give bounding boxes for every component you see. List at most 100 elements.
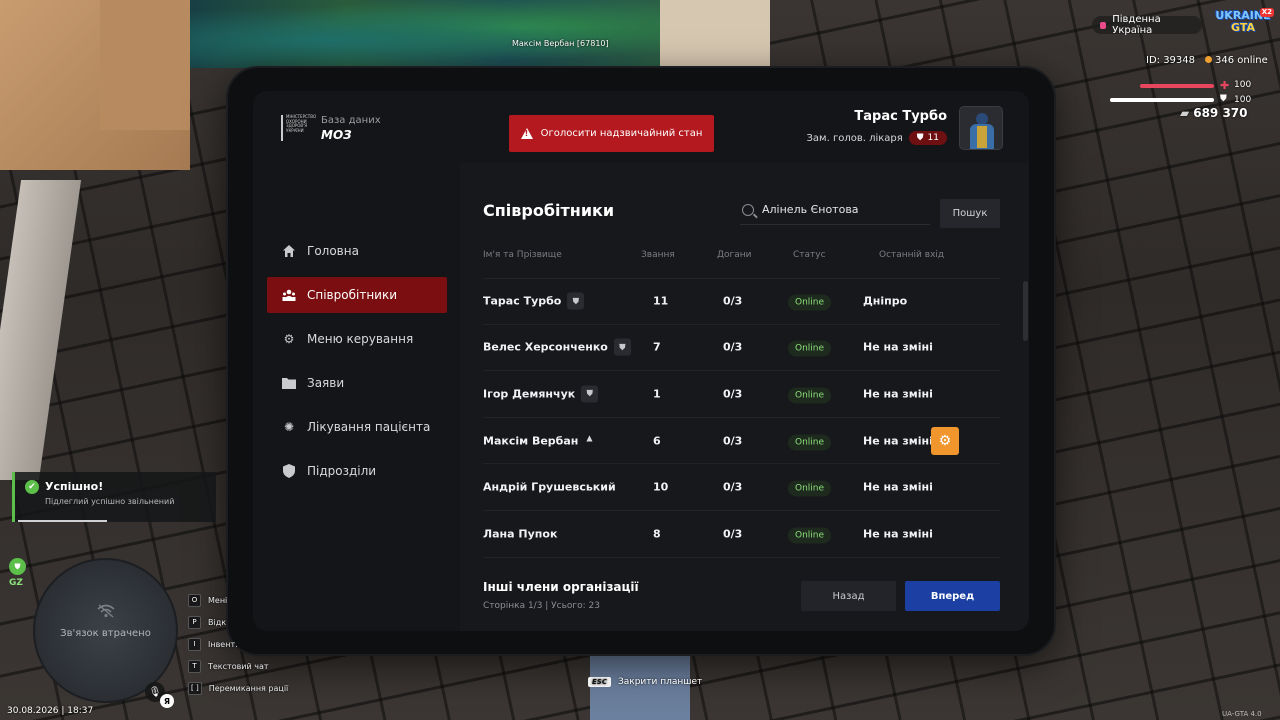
server-name: Південна Україна — [1112, 14, 1161, 36]
close-tablet-hint: ESC Закрити планшет — [588, 677, 702, 687]
employee-reprimands: 0/3 — [723, 294, 743, 308]
employee-reprimands: 0/3 — [723, 340, 743, 354]
server-badge: Південна Україна — [1092, 14, 1202, 36]
employee-rank: 10 — [653, 480, 669, 494]
keybind-hints: O Мені P Відк I Інвент. T Текстовий чат [ ] П… — [188, 589, 288, 699]
ministry-emblem: МІНІСТЕРСТВО ОХОРОНИ ЗДОРОВ'Я УКРАЇНИ — [281, 114, 316, 141]
employee-reprimands: 0/3 — [723, 387, 743, 401]
shield-icon: ⛊ — [916, 133, 924, 143]
search-input[interactable] — [762, 203, 922, 216]
shield-icon: ⛊ — [581, 385, 599, 403]
employee-settings-button[interactable]: ⚙ — [931, 426, 959, 455]
emergency-button[interactable]: Оголосити надзвичайний стан — [509, 115, 714, 152]
gear-icon: ⚙ — [938, 432, 952, 449]
employee-last-login: Не на зміні — [863, 480, 933, 494]
shield-icon: ⛊ — [613, 338, 631, 356]
game-logo: UKRAINE GTA X2 — [1215, 8, 1274, 34]
key-label: I — [188, 637, 201, 651]
back-button[interactable]: Назад — [801, 581, 896, 611]
key-label: O — [188, 593, 201, 607]
avatar — [959, 106, 1003, 150]
employee-name: Велес Херсонченко — [483, 340, 608, 354]
page-title: Співробітники — [483, 201, 615, 220]
version-label: UA-GTA 4.0 — [1222, 710, 1262, 718]
tablet-screen: МІНІСТЕРСТВО ОХОРОНИ ЗДОРОВ'Я УКРАЇНИ Ба… — [253, 91, 1029, 631]
sidebar-item-departments[interactable]: Підрозділи — [267, 453, 447, 489]
armor-value: 100 — [1234, 95, 1252, 105]
sidebar-item-employees[interactable]: Співробітники — [267, 277, 447, 313]
folder-icon — [282, 376, 296, 390]
check-icon: ✔ — [25, 480, 39, 494]
status-badge: Online — [788, 434, 832, 451]
column-header: Догани — [717, 250, 752, 260]
online-count: 346 online — [1205, 55, 1268, 66]
wooden-panel — [100, 0, 190, 130]
wall-segment — [660, 0, 770, 68]
table-scrollbar[interactable] — [1023, 281, 1028, 341]
hint-item: T Текстовий чат — [188, 655, 288, 677]
next-button[interactable]: Вперед — [905, 581, 1000, 611]
greenzone-icon: ⛊ — [9, 558, 26, 575]
sidebar-item-applications[interactable]: Заяви — [267, 365, 447, 401]
table-row[interactable]: Велес Херсонченко ⛊ 7 0/3 Online Не на з… — [483, 325, 1000, 372]
employee-reprimands: 0/3 — [723, 480, 743, 494]
greenzone-label: GZ — [9, 578, 23, 588]
sidebar-item-home[interactable]: Головна — [267, 233, 447, 269]
virus-icon: ✺ — [283, 420, 295, 434]
table-row[interactable]: Тарас Турбо ⛊ 11 0/3 Online Дніпро — [483, 278, 1000, 325]
employee-name: Тарас Турбо — [483, 294, 562, 308]
search-button[interactable]: Пошук — [940, 199, 1000, 228]
status-badge: Online — [788, 340, 832, 357]
mouse-cursor-icon: ▲ — [586, 433, 593, 443]
status-badge: Online — [788, 294, 832, 311]
employee-rank: 1 — [653, 387, 661, 401]
brand: МІНІСТЕРСТВО ОХОРОНИ ЗДОРОВ'Я УКРАЇНИ Ба… — [281, 114, 381, 142]
brand-subtitle: База даних — [321, 115, 381, 126]
language-badge: Я — [160, 694, 174, 708]
sidebar-item-patient-treatment[interactable]: ✺ Лікування пацієнта — [267, 409, 447, 445]
home-icon — [282, 244, 296, 258]
user-role: Зам. голов. лікаря ⛊ 11 — [807, 131, 947, 145]
status-badge: Online — [788, 527, 832, 544]
hint-item: O Мені — [188, 589, 288, 611]
users-icon — [282, 288, 296, 302]
health-bar — [1140, 84, 1214, 88]
player-id: ID: 39348 — [1146, 55, 1196, 66]
toast-title: Успішно! — [45, 480, 104, 493]
money-display: ▰ 689 370 — [1180, 106, 1248, 120]
datetime: 30.08.2026 | 18:37 — [7, 706, 94, 716]
toast-progress — [18, 520, 108, 522]
gear-icon: ⚙ — [283, 332, 295, 346]
armor-bar — [1110, 98, 1214, 102]
sidebar-item-label: Співробітники — [307, 288, 398, 302]
sidebar-item-control-menu[interactable]: ⚙ Меню керування — [267, 321, 447, 357]
minimap-status: Зв'язок втрачено — [60, 628, 151, 639]
shield-icon: ⛊ — [567, 292, 585, 310]
online-icon — [1205, 56, 1213, 63]
employee-name: Ігор Демянчук — [483, 387, 576, 401]
status-badge: Online — [788, 480, 832, 497]
health-icon: ✚ — [1220, 79, 1230, 92]
sidebar-item-label: Підрозділи — [307, 464, 377, 478]
sidebar-item-label: Меню керування — [307, 332, 414, 346]
sidebar-item-label: Лікування пацієнта — [307, 420, 431, 434]
player-info: ID: 39348 346 online — [1146, 55, 1268, 66]
employee-rank: 11 — [653, 294, 669, 308]
key-label: [ ] — [188, 681, 202, 695]
key-label: P — [188, 615, 201, 629]
rank-badge: ⛊ 11 — [908, 131, 947, 145]
tablet-frame: МІНІСТЕРСТВО ОХОРОНИ ЗДОРОВ'Я УКРАЇНИ Ба… — [228, 68, 1054, 654]
table-row[interactable]: Ігор Демянчук ⛊ 1 0/3 Online Не на зміні — [483, 371, 1000, 418]
hint-item: [ ] Перемикання рації — [188, 677, 288, 699]
money-icon: ▰ — [1180, 106, 1190, 120]
status-badge: Online — [788, 387, 832, 404]
table-header: Ім'я та Прізвище Звання Догани Статус Ос… — [483, 250, 1000, 266]
employee-name: Андрій Грушевський — [483, 480, 616, 494]
table-row[interactable]: Максім Вербан ▲ 6 0/3 Online Не на зміні… — [483, 418, 1000, 465]
employee-last-login: Дніпро — [863, 294, 908, 308]
table-row[interactable]: Лана Пупок 8 0/3 Online Не на зміні — [483, 511, 1000, 558]
toast-text: Підлеглий успішно звільнений — [45, 497, 175, 506]
employee-table: Тарас Турбо ⛊ 11 0/3 Online Дніпро Велес… — [483, 278, 1000, 558]
success-toast: ✔ Успішно! Підлеглий успішно звільнений — [12, 472, 216, 522]
table-row[interactable]: Андрій Грушевський 10 0/3 Online Не на з… — [483, 464, 1000, 511]
